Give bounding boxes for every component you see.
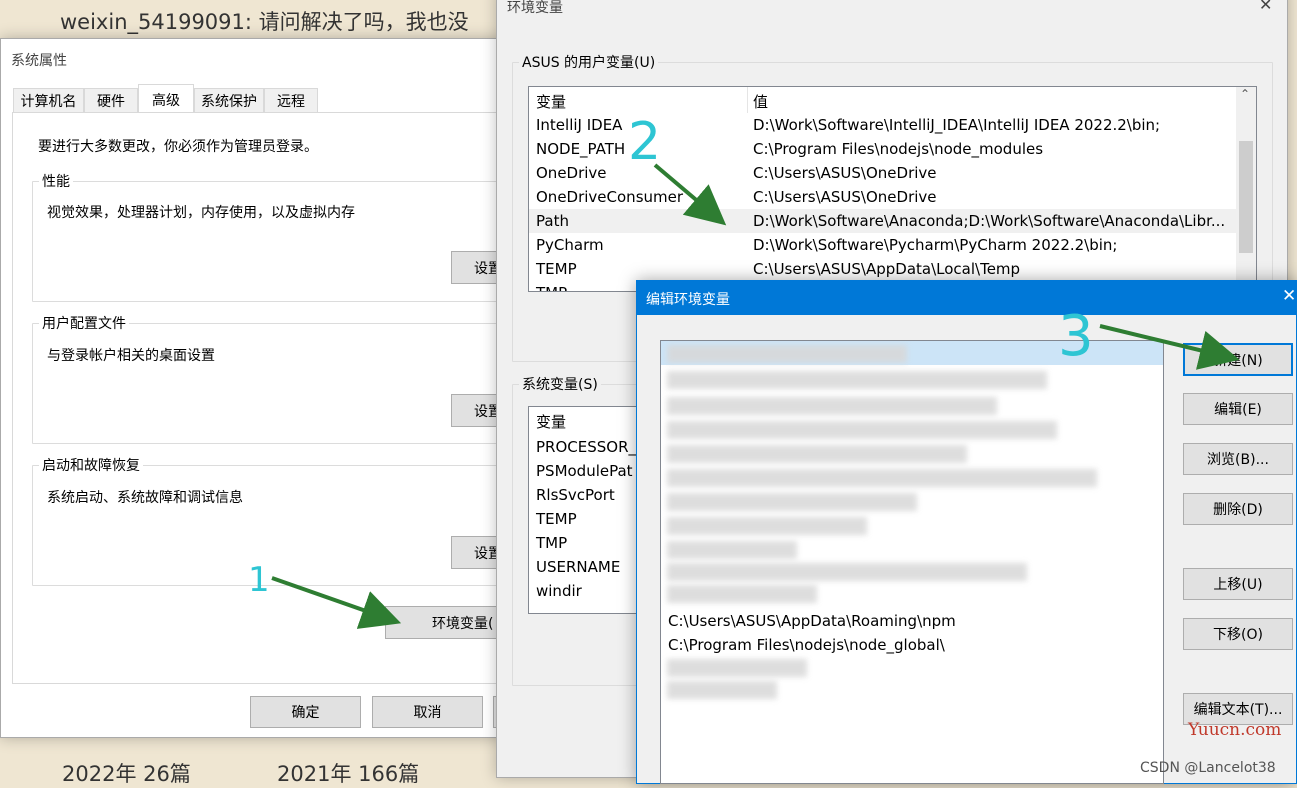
arrow-step1 <box>271 576 402 629</box>
step-1-mark: 1 <box>248 560 270 600</box>
step-2-mark: 2 <box>628 112 662 172</box>
arrow-step2 <box>653 163 727 226</box>
csdn-watermark: CSDN @Lancelot38 <box>1140 760 1276 776</box>
arrow-step3 <box>1099 324 1240 370</box>
yuucn-watermark: Yuucn.com <box>1188 720 1282 740</box>
step-3-mark: 3 <box>1058 304 1094 369</box>
